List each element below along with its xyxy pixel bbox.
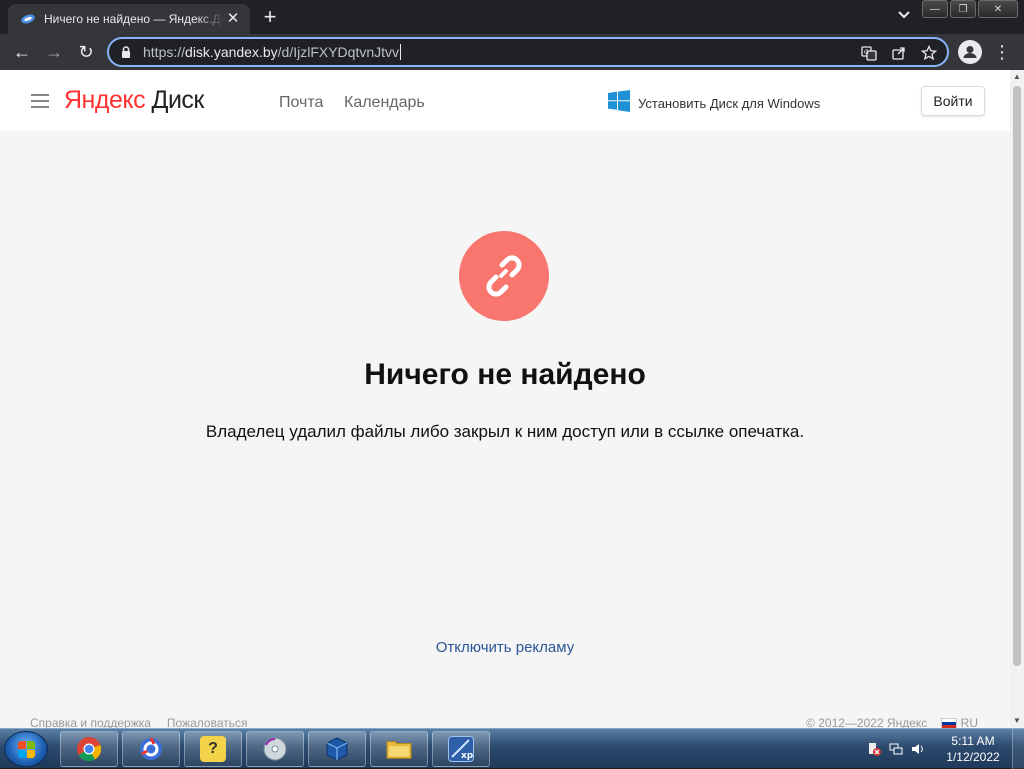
footer-complain-link[interactable]: Пожаловаться: [167, 716, 248, 728]
footer-links: Справка и поддержка Пожаловаться: [30, 716, 248, 728]
taskbar-virtualbox[interactable]: [308, 731, 366, 767]
language-switcher[interactable]: RU: [941, 716, 978, 728]
install-disk-link[interactable]: Установить Диск для Windows: [608, 90, 820, 117]
taskbar-help[interactable]: ?: [184, 731, 242, 767]
reload-button[interactable]: ↻: [72, 38, 100, 66]
tab-close-icon[interactable]: ✕: [224, 10, 242, 28]
volume-icon[interactable]: [910, 741, 926, 757]
profile-icon[interactable]: [958, 40, 982, 64]
tab-strip: Ничего не найдено — Яндекс.Диск ✕ + — ❐ …: [0, 0, 1024, 34]
svg-text:G: G: [864, 49, 869, 56]
virtualbox-icon: [324, 736, 350, 762]
action-center-icon[interactable]: [866, 741, 882, 757]
disable-ads-label[interactable]: Отключить рекламу: [436, 639, 574, 656]
url-path: /d/IjzlFXYDqtvnJtvv: [277, 44, 400, 60]
footer-help-link[interactable]: Справка и поддержка: [30, 716, 151, 728]
windows-logo-icon: [608, 90, 630, 117]
url-host: disk.yandex.by: [185, 44, 278, 60]
windows-taskbar: ? xp 5:11 AM 1/12/2022: [0, 728, 1024, 769]
clock-time: 5:11 AM: [951, 734, 995, 748]
url-text: https://disk.yandex.by/d/IjzlFXYDqtvnJtv…: [143, 44, 402, 60]
system-tray: [866, 741, 926, 757]
site-header: Яндекс Диск Почта Календарь Установить Д…: [0, 70, 1010, 131]
svg-text:xp: xp: [461, 751, 473, 761]
hamburger-icon[interactable]: [31, 94, 49, 108]
url-prefix: https://: [143, 44, 186, 60]
browser-tab[interactable]: Ничего не найдено — Яндекс.Диск ✕: [8, 4, 250, 34]
page-subtitle: Владелец удалил файлы либо закрыл к ним …: [205, 422, 805, 441]
nav-link-mail[interactable]: Почта: [279, 94, 323, 112]
disable-ads-link: Отключить рекламу: [0, 639, 1010, 656]
address-bar[interactable]: https://disk.yandex.by/d/IjzlFXYDqtvnJtv…: [107, 37, 949, 67]
xp-mode-icon: xp: [448, 736, 474, 762]
translate-icon[interactable]: G: [859, 43, 879, 63]
show-desktop-button[interactable]: [1012, 729, 1024, 769]
back-button[interactable]: ←: [8, 38, 36, 66]
nav-link-calendar[interactable]: Календарь: [344, 94, 425, 112]
taskbar-ccleaner[interactable]: [122, 731, 180, 767]
disc-icon: [262, 736, 288, 762]
footer-right: © 2012—2022 Яндекс RU: [806, 716, 978, 728]
share-icon[interactable]: [889, 43, 909, 63]
minimize-button[interactable]: —: [922, 0, 948, 18]
forward-button[interactable]: →: [40, 38, 68, 66]
ccleaner-icon: [138, 736, 164, 762]
chrome-icon: [76, 736, 102, 762]
yandex-disk-logo[interactable]: Яндекс Диск: [64, 86, 204, 115]
install-label: Установить Диск для Windows: [638, 96, 821, 111]
tab-search-button[interactable]: [894, 8, 914, 26]
taskbar-xp-mode[interactable]: xp: [432, 731, 490, 767]
tab-title: Ничего не найдено — Яндекс.Диск: [44, 12, 224, 26]
logo-yandex: Яндекс: [64, 86, 146, 114]
broken-link-icon: [459, 231, 549, 321]
star-icon[interactable]: [919, 43, 939, 63]
page-title: Ничего не найдено: [364, 358, 646, 391]
russia-flag-icon: [941, 718, 958, 728]
taskbar-disc-app[interactable]: [246, 731, 304, 767]
start-button[interactable]: [4, 731, 48, 767]
scroll-up-arrow-icon[interactable]: ▲: [1010, 70, 1024, 84]
help-icon: ?: [200, 736, 226, 762]
yandex-disk-favicon: [20, 11, 36, 27]
maximize-button[interactable]: ❐: [950, 0, 976, 18]
page-content: Яндекс Диск Почта Календарь Установить Д…: [0, 70, 1010, 728]
windows-start-icon: [17, 740, 35, 758]
folder-icon: [386, 736, 412, 762]
taskbar-chrome[interactable]: [60, 731, 118, 767]
login-button[interactable]: Войти: [921, 86, 985, 116]
taskbar-explorer[interactable]: [370, 731, 428, 767]
network-icon[interactable]: [888, 741, 904, 757]
close-window-button[interactable]: ✕: [978, 0, 1018, 18]
browser-toolbar: ← → ↻ https://disk.yandex.by/d/IjzlFXYDq…: [0, 34, 1024, 70]
browser-menu-button[interactable]: ⋮: [992, 40, 1012, 64]
clock-date: 1/12/2022: [946, 750, 1000, 764]
language-label: RU: [960, 716, 978, 728]
window-controls: — ❐ ✕: [922, 0, 1018, 18]
scroll-down-arrow-icon[interactable]: ▼: [1010, 714, 1024, 728]
footer-copyright: © 2012—2022 Яндекс: [806, 716, 928, 728]
taskbar-clock[interactable]: 5:11 AM 1/12/2022: [940, 733, 1006, 765]
text-caret: [400, 44, 402, 60]
scroll-thumb[interactable]: [1013, 86, 1021, 666]
lock-icon[interactable]: [121, 45, 133, 59]
page-scrollbar[interactable]: ▲ ▼: [1010, 70, 1024, 728]
logo-disk: Диск: [151, 86, 205, 114]
omnibox-actions: G: [859, 43, 939, 63]
new-tab-button[interactable]: +: [258, 6, 282, 30]
